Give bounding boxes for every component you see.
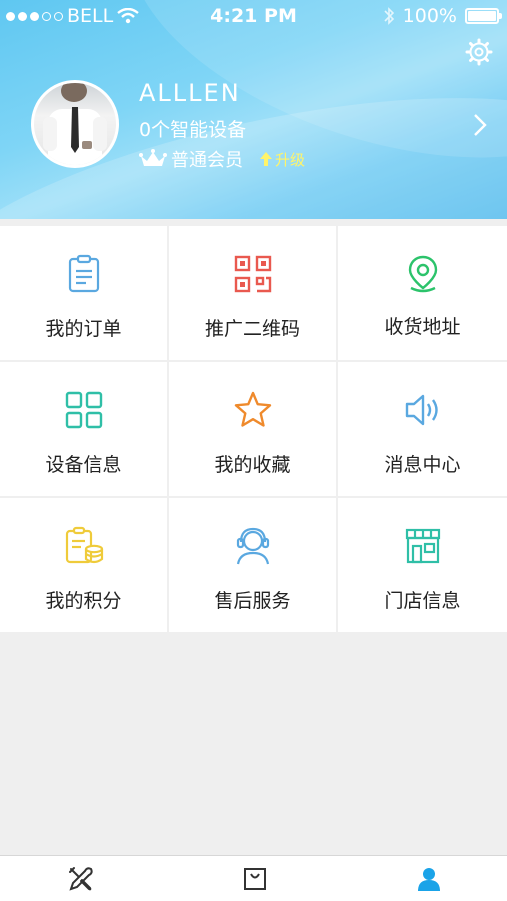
arrow-up-icon — [260, 152, 272, 166]
tab-profile[interactable] — [414, 864, 444, 894]
menu-item-favorites[interactable]: 我的收藏 — [169, 362, 336, 496]
menu-row: 我的积分 售后服务 门店信息 — [0, 498, 507, 632]
menu-item-label: 我的收藏 — [214, 454, 291, 476]
upgrade-button[interactable]: 升级 — [259, 149, 305, 170]
menu-item-orders[interactable]: 我的订单 — [0, 226, 167, 360]
star-icon — [234, 391, 271, 427]
menu-grid: 我的订单 推广二维码 收货地址 设备信息 我的收藏 消息中心 我的积分 售后服务… — [0, 226, 507, 634]
menu-item-device-info[interactable]: 设备信息 — [0, 362, 167, 496]
coins-icon — [65, 526, 103, 564]
crown-icon — [139, 149, 167, 166]
avatar[interactable] — [31, 80, 119, 168]
menu-item-points[interactable]: 我的积分 — [0, 498, 167, 632]
user-icon — [418, 868, 440, 891]
battery-percent: 100% — [402, 5, 457, 27]
menu-row: 设备信息 我的收藏 消息中心 — [0, 362, 507, 496]
profile-header: BELL 4:21 PM 100% ALLLEN 0个智能设备 普通会员 升级 — [0, 0, 507, 219]
tab-tools[interactable] — [66, 864, 96, 894]
grid-icon — [65, 391, 102, 429]
status-right: 100% — [383, 5, 502, 27]
menu-item-label: 设备信息 — [45, 454, 122, 476]
speaker-icon — [405, 394, 438, 426]
location-pin-icon — [408, 255, 437, 293]
menu-item-label: 收货地址 — [384, 316, 461, 338]
tab-bar — [0, 855, 507, 901]
membership-row: 普通会员 升级 — [139, 146, 305, 172]
upgrade-label: 升级 — [275, 150, 306, 169]
store-icon — [405, 528, 440, 564]
menu-item-label: 消息中心 — [384, 454, 461, 476]
menu-item-label: 售后服务 — [214, 590, 291, 612]
username: ALLLEN — [139, 79, 241, 107]
shopping-bag-icon — [244, 868, 266, 890]
battery-icon — [465, 8, 502, 24]
menu-item-messages[interactable]: 消息中心 — [338, 362, 507, 496]
settings-gear-icon[interactable] — [465, 38, 493, 66]
chevron-right-icon[interactable] — [473, 113, 487, 137]
menu-item-label: 我的订单 — [45, 318, 122, 340]
avatar-photo — [43, 83, 107, 165]
menu-item-after-sales[interactable]: 售后服务 — [169, 498, 336, 632]
qrcode-icon — [234, 255, 271, 293]
tools-icon — [69, 867, 93, 891]
device-count: 0个智能设备 — [139, 119, 247, 141]
status-bar: BELL 4:21 PM 100% — [0, 0, 507, 32]
menu-item-address[interactable]: 收货地址 — [338, 226, 507, 360]
bluetooth-icon — [384, 7, 394, 25]
menu-item-store-info[interactable]: 门店信息 — [338, 498, 507, 632]
menu-item-label: 推广二维码 — [204, 318, 300, 340]
menu-item-label: 我的积分 — [45, 590, 122, 612]
menu-item-qrcode[interactable]: 推广二维码 — [169, 226, 336, 360]
tab-shop[interactable] — [240, 864, 270, 894]
membership-level: 普通会员 — [171, 150, 243, 171]
clipboard-icon — [68, 254, 99, 293]
headset-agent-icon — [236, 527, 269, 565]
menu-row: 我的订单 推广二维码 收货地址 — [0, 226, 507, 360]
menu-item-label: 门店信息 — [384, 590, 461, 612]
